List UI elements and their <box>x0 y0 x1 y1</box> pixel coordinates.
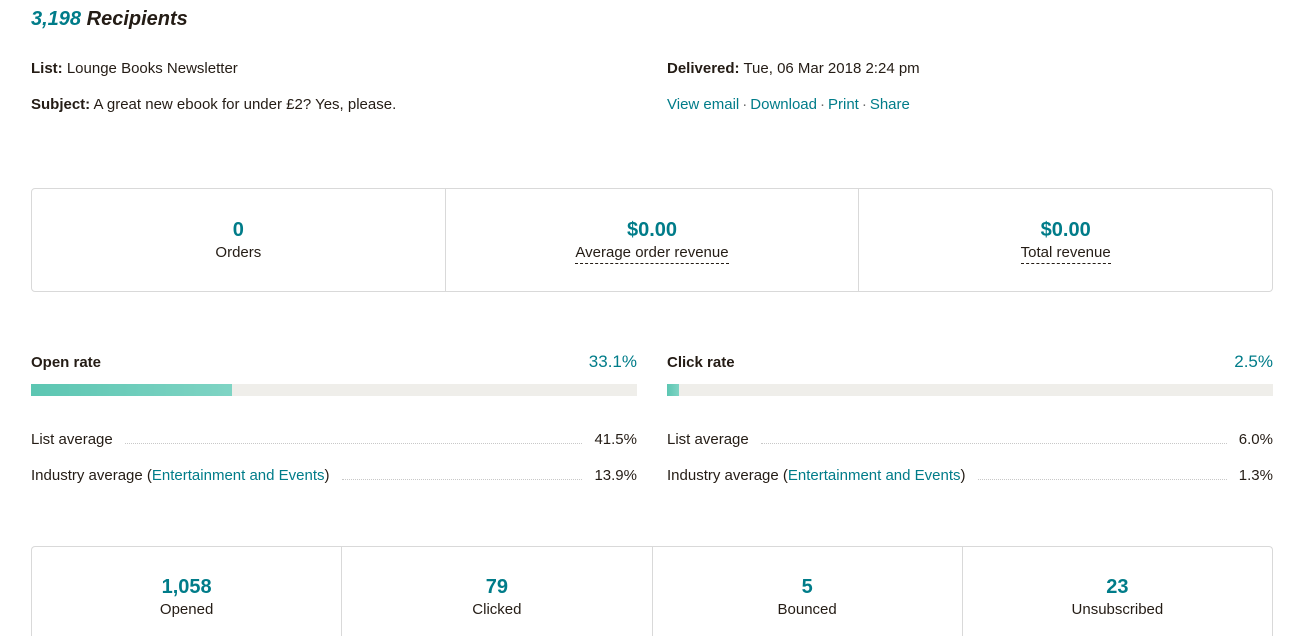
open-rate-bar <box>31 384 637 396</box>
total-revenue-cell: $0.00 Total revenue <box>859 189 1272 291</box>
click-industry-average-value: 1.3% <box>1238 466 1273 484</box>
share-link[interactable]: Share <box>870 96 910 113</box>
opened-label: Opened <box>159 601 214 618</box>
recipient-count: 3,198 <box>31 8 82 30</box>
print-link[interactable]: Print <box>828 96 859 113</box>
list-info: List: Lounge Books Newsletter <box>31 60 238 77</box>
bounced-cell[interactable]: 5 Bounced <box>653 547 963 636</box>
industry-suffix: ) <box>324 466 330 484</box>
engagement-stats: 1,058 Opened 79 Clicked 5 Bounced 23 Uns… <box>31 546 1273 636</box>
dotted-leader <box>760 442 1227 444</box>
dotted-leader <box>124 442 583 444</box>
opened-value: 1,058 <box>161 576 212 598</box>
separator: · <box>861 96 867 113</box>
delivered-label: Delivered: <box>667 60 740 77</box>
industry-prefix: Industry average ( <box>31 466 152 484</box>
orders-label: Orders <box>215 244 262 261</box>
open-list-average-label: List average <box>31 430 113 448</box>
opened-cell[interactable]: 1,058 Opened <box>32 547 343 636</box>
dotted-leader <box>977 478 1227 480</box>
revenue-summary: 0 Orders $0.00 Average order revenue $0.… <box>31 188 1273 292</box>
bounced-value: 5 <box>801 576 813 598</box>
separator: · <box>742 96 748 113</box>
industry-suffix: ) <box>960 466 966 484</box>
dotted-leader <box>341 478 583 480</box>
separator: · <box>819 96 825 113</box>
delivered-info: Delivered: Tue, 06 Mar 2018 2:24 pm <box>667 60 920 77</box>
total-revenue-label[interactable]: Total revenue <box>1020 243 1111 264</box>
open-industry-link[interactable]: Entertainment and Events <box>152 467 325 484</box>
click-industry-link[interactable]: Entertainment and Events <box>788 467 961 484</box>
orders-cell: 0 Orders <box>32 189 446 291</box>
open-rate-value: 33.1% <box>588 352 637 371</box>
open-industry-average-value: 13.9% <box>594 466 637 484</box>
open-rate-title: Open rate <box>31 354 102 371</box>
open-list-average-value: 41.5% <box>594 430 637 448</box>
orders-value: 0 <box>232 219 244 241</box>
industry-prefix: Industry average ( <box>667 466 788 484</box>
click-rate-value: 2.5% <box>1234 352 1273 371</box>
click-industry-average-label: Industry average (Entertainment and Even… <box>667 467 966 484</box>
click-list-average-row: List average 6.0% <box>667 429 1273 449</box>
click-rate-bar-fill <box>667 384 680 396</box>
open-rate-panel: Open rate 33.1% List average 41.5% Indus… <box>31 352 637 485</box>
open-industry-average-row: Industry average (Entertainment and Even… <box>31 465 637 485</box>
unsubscribed-cell[interactable]: 23 Unsubscribed <box>963 547 1272 636</box>
clicked-value: 79 <box>485 576 508 598</box>
avg-order-cell: $0.00 Average order revenue <box>446 189 860 291</box>
open-industry-average-label: Industry average (Entertainment and Even… <box>31 467 330 484</box>
click-list-average-label: List average <box>667 430 749 448</box>
view-email-link[interactable]: View email <box>667 96 739 113</box>
click-rate-title: Click rate <box>667 354 735 371</box>
unsubscribed-value: 23 <box>1106 576 1129 598</box>
bounced-label: Bounced <box>777 601 837 618</box>
click-rate-bar <box>667 384 1273 396</box>
subject-value: A great new ebook for under £2? Yes, ple… <box>93 96 397 113</box>
click-rate-panel: Click rate 2.5% List average 6.0% Indust… <box>667 352 1273 485</box>
total-revenue-value: $0.00 <box>1040 218 1091 241</box>
subject-label: Subject: <box>31 96 91 113</box>
click-industry-average-row: Industry average (Entertainment and Even… <box>667 465 1273 485</box>
click-list-average-value: 6.0% <box>1238 430 1273 448</box>
recipient-label: Recipients <box>86 8 188 30</box>
email-actions: View email · Download · Print · Share <box>667 96 910 113</box>
clicked-cell[interactable]: 79 Clicked <box>342 547 653 636</box>
subject-info: Subject: A great new ebook for under £2?… <box>31 96 396 113</box>
recipients-heading: 3,198 Recipients <box>31 8 188 31</box>
clicked-label: Clicked <box>472 601 522 618</box>
list-label: List: <box>31 60 63 77</box>
unsubscribed-label: Unsubscribed <box>1071 601 1164 618</box>
list-value: Lounge Books Newsletter <box>66 60 238 77</box>
open-list-average-row: List average 41.5% <box>31 429 637 449</box>
open-rate-bar-fill <box>31 384 232 396</box>
delivered-value: Tue, 06 Mar 2018 2:24 pm <box>743 60 920 77</box>
avg-order-value: $0.00 <box>626 218 678 241</box>
download-link[interactable]: Download <box>750 96 817 113</box>
avg-order-label[interactable]: Average order revenue <box>575 243 729 264</box>
